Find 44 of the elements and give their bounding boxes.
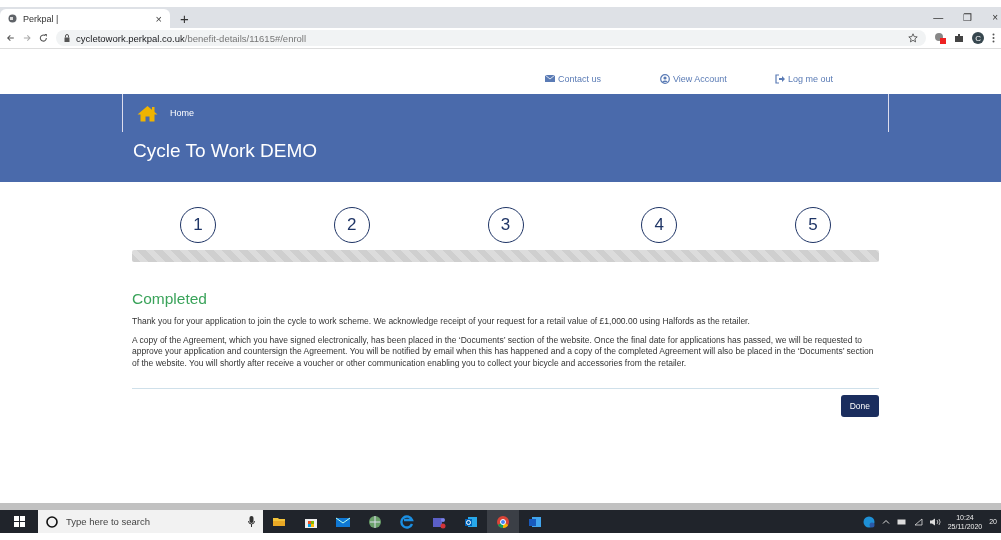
microphone-icon: [248, 516, 255, 527]
extension-badge-icon[interactable]: [934, 32, 946, 44]
breadcrumb-link[interactable]: Home: [170, 108, 194, 118]
user-circle-icon: [659, 73, 670, 84]
document-w-icon: [528, 514, 542, 529]
chevron-up-icon[interactable]: [881, 519, 890, 524]
reload-icon[interactable]: [39, 33, 48, 43]
lock-icon: [64, 34, 70, 42]
globe-icon: [368, 514, 382, 529]
restore-button[interactable]: ❐: [963, 12, 973, 23]
minimize-button[interactable]: —: [933, 12, 944, 23]
speaker-icon[interactable]: [929, 517, 941, 526]
nav-link[interactable]: Log me out: [774, 63, 833, 94]
horizontal-scrollbar[interactable]: [0, 503, 1001, 510]
taskbar-search-field[interactable]: Type here to search: [38, 510, 263, 533]
body-paragraph: Thank you for your application to join the cycle to work scheme. We acknowledge receipt of your request for a retail value of £1,000.00 using Halfords as the retailer.: [132, 316, 751, 328]
battery-icon[interactable]: [896, 518, 907, 525]
kebab-menu-icon[interactable]: [992, 33, 995, 43]
nav-link[interactable]: Contact us: [544, 63, 660, 94]
close-button[interactable]: ×: [992, 12, 998, 23]
cortana-circle-icon: [46, 515, 58, 528]
body-paragraph: A copy of the Agreement, which you have signed electronically, has been placed in the ‘Documents’ section of the website. Once the final date for applications has passed, we will be requested to approve your application and countersign the Agreement. You will be notified by email when this has happened and a copy of the completed Agreement will also be placed in the ‘Documents’ section of the website. You will shortly after receive a voucher or other communication enabling you to collect your bicycle and accessories from the retailer.: [132, 334, 875, 369]
url-text: cycletowork.perkpal.co.uk/benefit-details/11615#/enroll: [76, 32, 307, 44]
status-heading: Completed: [132, 290, 208, 308]
address-bar[interactable]: cycletowork.perkpal.co.uk/benefit-details/11615#/enroll: [56, 30, 926, 46]
house-icon: [137, 104, 158, 122]
new-tab-button[interactable]: +: [180, 11, 189, 26]
tab-title: Perkpal |: [23, 13, 60, 24]
page-title: Cycle To Work DEMO: [133, 140, 319, 162]
done-button[interactable]: Done: [840, 395, 879, 417]
globe-icon: [8, 14, 17, 23]
bookmark-star-icon[interactable]: [908, 33, 918, 43]
browser-tab[interactable]: Perkpal | ×: [0, 9, 170, 28]
nav-link[interactable]: View Account: [659, 63, 775, 94]
sign-out-icon: [774, 73, 785, 84]
profile-avatar[interactable]: C: [972, 32, 984, 44]
taskbar-app-button[interactable]: [487, 510, 519, 533]
envelope-icon: [464, 514, 478, 529]
windows-start-icon[interactable]: [13, 516, 25, 527]
back-icon[interactable]: [6, 33, 15, 43]
close-tab-button[interactable]: ×: [155, 12, 162, 25]
envelope-icon: [544, 73, 555, 84]
e-letter-icon: [400, 514, 414, 529]
chrome-ball-icon: [496, 514, 510, 529]
